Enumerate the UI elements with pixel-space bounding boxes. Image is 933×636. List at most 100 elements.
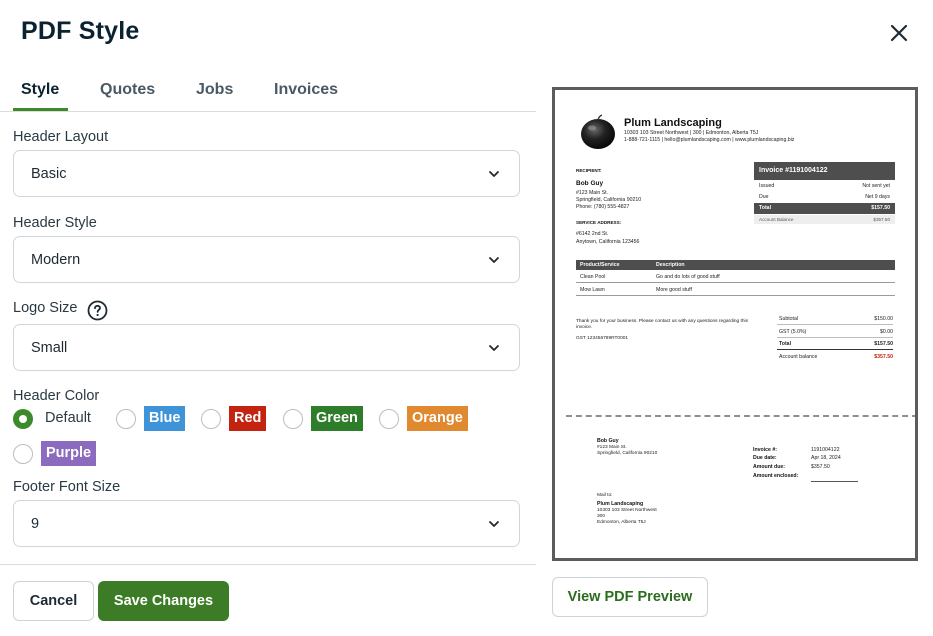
- logo-size-value: Small: [31, 340, 68, 356]
- footer-font-size-select[interactable]: 9: [13, 500, 520, 547]
- header-color-purple-chip: Purple: [41, 441, 97, 466]
- help-icon[interactable]: [87, 300, 108, 321]
- header-color-blue-chip: Blue: [144, 406, 186, 431]
- radio-unchecked[interactable]: [283, 409, 303, 429]
- pdf-summary-value: $150.00: [874, 316, 893, 322]
- pdf-table-header-product: Product/Service: [580, 262, 620, 268]
- pdf-line-item-description: More good stuff: [656, 287, 692, 293]
- header-color-default-label: Default: [45, 410, 91, 426]
- radio-unchecked[interactable]: [116, 409, 136, 429]
- pdf-company-address: 10303 103 Street Northwest | 300 | Edmon…: [624, 130, 759, 136]
- radio-unchecked[interactable]: [201, 409, 221, 429]
- header-color-red-option[interactable]: Red: [201, 406, 271, 432]
- pdf-service-line1: #6142 2nd St.: [576, 231, 609, 237]
- header-layout-label: Header Layout: [13, 129, 109, 145]
- tab-bar: Style Quotes Jobs Invoices: [0, 76, 536, 112]
- pdf-stub-field-label: Invoice #:: [753, 447, 777, 453]
- pdf-summary-label: Total: [779, 341, 792, 347]
- header-style-select[interactable]: Modern: [13, 236, 520, 283]
- header-color-red-chip: Red: [229, 406, 267, 431]
- tab-quotes[interactable]: Quotes: [100, 81, 155, 99]
- pdf-line-item: Clean Pool Go and do lots of good stuff: [576, 271, 895, 283]
- pdf-tear-line: [566, 415, 915, 417]
- tab-style[interactable]: Style: [21, 81, 59, 99]
- logo-size-label: Logo Size: [13, 300, 78, 316]
- active-tab-indicator: [13, 108, 68, 111]
- pdf-line-item-product: Clean Pool: [580, 274, 606, 280]
- pdf-service-label: SERVICE ADDRESS:: [576, 220, 622, 225]
- pdf-table-header-description: Description: [656, 262, 685, 268]
- pdf-recipient-phone: Phone: (780) 555-4827: [576, 204, 630, 210]
- pdf-stub-field-label: Amount enclosed:: [753, 473, 799, 479]
- pdf-invoice-row: Due Net 9 days: [754, 192, 895, 203]
- pdf-service-line2: Anytown, California 123456: [576, 239, 640, 245]
- pdf-invoice-row-label: Total: [759, 205, 772, 211]
- header-color-label: Header Color: [13, 388, 100, 404]
- pdf-invoice-row-label: Issued: [759, 183, 775, 189]
- pdf-line-item: Mow Lawn More good stuff: [576, 284, 895, 296]
- pdf-stub-field-label: Due date:: [753, 455, 777, 461]
- pdf-summary-balance-row: Account balance $357.50: [777, 351, 893, 363]
- chevron-down-icon: [489, 345, 499, 351]
- pdf-company-name: Plum Landscaping: [624, 117, 722, 129]
- chevron-down-icon: [489, 521, 499, 527]
- pdf-mail-line1: 10303 103 Street Northwest: [597, 508, 657, 513]
- header-style-label: Header Style: [13, 215, 97, 231]
- chevron-down-icon: [489, 257, 499, 263]
- pdf-thanks-line2: invoice.: [576, 325, 593, 330]
- radio-checked[interactable]: [13, 409, 33, 429]
- pdf-summary-label: GST (5.0%): [779, 329, 807, 335]
- header-style-value: Modern: [31, 252, 81, 268]
- pdf-line-item-product: Mow Lawn: [580, 287, 605, 293]
- header-color-orange-chip: Orange: [407, 406, 468, 431]
- header-color-green-option[interactable]: Green: [283, 406, 363, 432]
- tab-invoices[interactable]: Invoices: [274, 81, 338, 99]
- pdf-summary-label: Subtotal: [779, 316, 799, 322]
- pdf-invoice-row-value: Net 9 days: [865, 194, 890, 200]
- radio-unchecked[interactable]: [13, 444, 33, 464]
- pdf-stub-field-value: 1191004122: [811, 447, 840, 453]
- radio-unchecked[interactable]: [379, 409, 399, 429]
- pdf-line-item-description: Go and do lots of good stuff: [656, 274, 720, 280]
- plum-logo-icon: [581, 114, 615, 149]
- pdf-company-contact: 1-888-721-1115 | hello@plumlandscaping.c…: [624, 137, 795, 143]
- pdf-stub-field-value: $357.50: [811, 464, 830, 470]
- header-color-blue-option[interactable]: Blue: [116, 406, 186, 432]
- pdf-invoice-row-label: Due: [759, 194, 769, 200]
- save-changes-button[interactable]: Save Changes: [98, 581, 229, 621]
- footer-font-size-label: Footer Font Size: [13, 479, 121, 495]
- pdf-stub-field-label: Amount due:: [753, 464, 785, 470]
- pdf-recipient-line1: #123 Main St.: [576, 190, 609, 196]
- pdf-summary-total-row: Total $157.50: [777, 338, 893, 350]
- pdf-stub-line2: Springfield, California 90210: [597, 451, 658, 456]
- header-layout-value: Basic: [31, 166, 67, 182]
- pdf-mail-to-label: Mail to:: [597, 493, 613, 498]
- pdf-thanks-line1: Thank you for your business. Please cont…: [576, 319, 748, 324]
- pdf-table-header: Product/Service Description: [576, 260, 895, 270]
- footer-divider: [0, 564, 536, 565]
- pdf-invoice-title: Invoice #1191004122: [754, 162, 895, 180]
- pdf-invoice-row-value: Not sent yet: [862, 183, 890, 189]
- pdf-invoice-row: Issued Not sent yet: [754, 181, 895, 192]
- pdf-summary-label: Account balance: [779, 354, 818, 360]
- logo-size-select[interactable]: Small: [13, 324, 520, 371]
- tab-jobs[interactable]: Jobs: [196, 81, 233, 99]
- pdf-invoice-row-value: $157.50: [871, 205, 890, 211]
- pdf-gst-number: GST 123456789RT0001: [576, 336, 629, 341]
- cancel-button[interactable]: Cancel: [13, 581, 94, 621]
- pdf-summary-row: GST (5.0%) $0.00: [777, 326, 893, 338]
- pdf-recipient-label: RECIPIENT:: [576, 168, 602, 173]
- pdf-invoice-total-row: Total $157.50: [754, 203, 895, 214]
- dialog-title: PDF Style: [21, 17, 140, 45]
- header-color-purple-option[interactable]: Purple: [13, 441, 103, 467]
- pdf-summary-value: $157.50: [874, 341, 893, 347]
- header-color-green-chip: Green: [311, 406, 363, 431]
- header-color-orange-option[interactable]: Orange: [379, 406, 469, 432]
- pdf-stub-name: Bob Guy: [597, 438, 619, 444]
- header-color-default-option[interactable]: Default: [13, 406, 103, 432]
- close-icon[interactable]: [887, 21, 911, 45]
- view-pdf-preview-button[interactable]: View PDF Preview: [552, 577, 708, 617]
- header-layout-select[interactable]: Basic: [13, 150, 520, 197]
- pdf-invoice-row-value: $357.50: [873, 217, 890, 222]
- pdf-invoice-balance-row: Account Balance $357.50: [754, 215, 895, 224]
